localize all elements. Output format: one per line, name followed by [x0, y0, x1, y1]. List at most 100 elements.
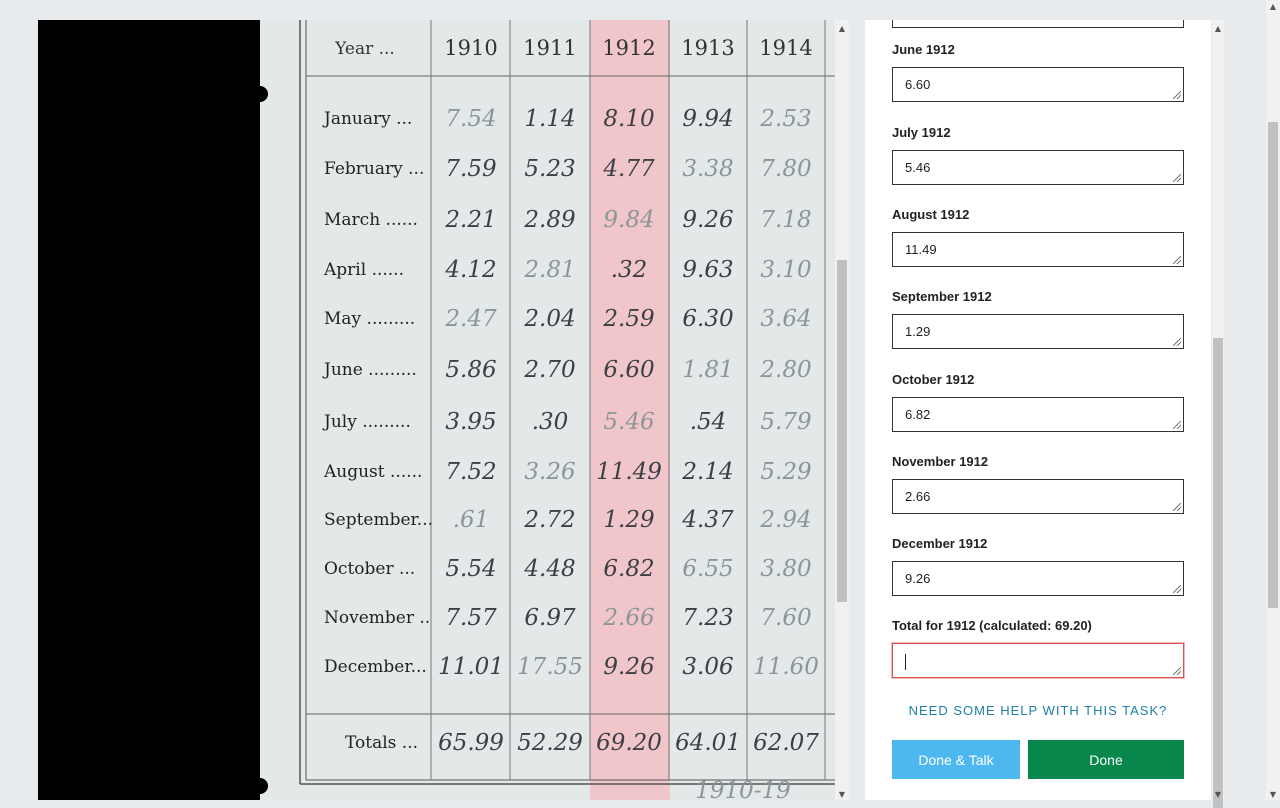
scan-text: 3.38: [682, 156, 733, 182]
scan-text: 7.60: [760, 605, 811, 631]
scan-text: 7.57: [445, 605, 497, 631]
help-link[interactable]: NEED SOME HELP WITH THIS TASK?: [892, 703, 1184, 718]
resize-grip-icon[interactable]: [1173, 91, 1181, 99]
scan-text: 4.77: [602, 156, 655, 182]
scan-text: December...: [324, 657, 427, 677]
scan-text: .54: [690, 409, 727, 435]
scan-text: 6.30: [682, 306, 733, 332]
scan-text: 2.80: [759, 357, 811, 383]
field-value: 5.46: [905, 160, 931, 175]
scan-text: Totals ...: [345, 733, 418, 753]
scan-text: 7.54: [445, 106, 496, 132]
scan-text: 17.55: [517, 654, 583, 680]
field-input[interactable]: 9.26: [892, 561, 1184, 596]
scan-text: 9.94: [682, 106, 733, 132]
field-value: 11.49: [905, 242, 937, 257]
may-1912-input[interactable]: [892, 20, 1184, 28]
scroll-down-icon[interactable]: ▼: [835, 790, 849, 800]
field-value: 2.66: [905, 489, 931, 504]
scan-text: 2.70: [523, 357, 575, 383]
scan-text: May .........: [324, 309, 415, 329]
scroll-down-icon[interactable]: ▼: [1212, 790, 1224, 800]
total-field: Total for 1912 (calculated: 69.20): [892, 618, 1184, 678]
form-field: October 1912 6.82: [892, 372, 1184, 432]
ledger-scan-image: Year ... 1910 1911 1912 1913 1914 January ... 7…: [252, 20, 835, 800]
scan-text: 7.23: [682, 605, 733, 631]
scan-text: 1912: [602, 36, 655, 60]
scan-text: 3.10: [760, 257, 811, 283]
scan-text: 6.82: [603, 556, 654, 582]
field-label: July 1912: [892, 125, 951, 140]
scroll-up-icon[interactable]: ▲: [1266, 2, 1280, 12]
image-scrollbar-thumb[interactable]: [837, 260, 847, 602]
resize-grip-icon[interactable]: [1173, 421, 1181, 429]
field-label: October 1912: [892, 372, 975, 387]
scan-text: 5.46: [603, 409, 654, 435]
field-input[interactable]: 5.46: [892, 150, 1184, 185]
page-scrollbar[interactable]: ▲ ▼: [1266, 0, 1280, 800]
scan-text: 1913: [681, 36, 734, 60]
field-value: 1.29: [905, 324, 931, 339]
resize-grip-icon[interactable]: [1173, 667, 1181, 675]
scan-text: 9.63: [682, 257, 733, 283]
field-value: 9.26: [905, 571, 931, 586]
scan-text: 2.66: [602, 605, 654, 631]
scan-text: 7.18: [760, 207, 811, 233]
scan-text: 2.47: [444, 306, 497, 332]
scroll-up-icon[interactable]: ▲: [1212, 24, 1224, 34]
scan-text: 8.10: [603, 106, 654, 132]
form-field: June 1912 6.60: [892, 42, 1184, 102]
scroll-up-icon[interactable]: ▲: [835, 24, 849, 34]
scan-text: 7.80: [760, 156, 811, 182]
scan-text: 2.14: [681, 459, 733, 485]
scan-text: July .........: [322, 412, 411, 432]
scan-text: .30: [532, 409, 569, 435]
scan-text: 5.23: [524, 156, 575, 182]
field-label: September 1912: [892, 289, 992, 304]
page-scrollbar-thumb[interactable]: [1268, 122, 1278, 608]
scan-text: .32: [611, 257, 648, 283]
scan-text: 3.06: [682, 654, 733, 680]
text-caret: [905, 653, 906, 670]
scan-text: 69.20: [596, 730, 662, 756]
scan-text: November ..: [324, 608, 430, 628]
field-input[interactable]: 11.49: [892, 232, 1184, 267]
scan-text: 1.81: [682, 357, 733, 383]
field-label: June 1912: [892, 42, 955, 57]
field-input[interactable]: 6.82: [892, 397, 1184, 432]
resize-grip-icon[interactable]: [1173, 585, 1181, 593]
total-1912-input[interactable]: [892, 643, 1184, 678]
resize-grip-icon[interactable]: [1173, 338, 1181, 346]
field-input[interactable]: 6.60: [892, 67, 1184, 102]
scan-text: 9.84: [603, 207, 654, 233]
scan-text: 1.29: [603, 507, 654, 533]
scan-text: 9.26: [603, 654, 654, 680]
scan-text: 65.99: [438, 730, 504, 756]
scan-text: 4.12: [444, 257, 496, 283]
scan-text: 2.89: [523, 207, 575, 233]
scan-text: April ......: [323, 260, 404, 280]
scan-text: October ...: [324, 559, 415, 579]
form-scrollbar-thumb[interactable]: [1213, 338, 1223, 808]
resize-grip-icon[interactable]: [1173, 503, 1181, 511]
field-input[interactable]: 2.66: [892, 479, 1184, 514]
form-scrollbar[interactable]: ▲ ▼: [1212, 20, 1224, 808]
scan-text: 2.59: [602, 306, 654, 332]
resize-grip-icon[interactable]: [1173, 256, 1181, 264]
total-field-label: Total for 1912 (calculated: 69.20): [892, 618, 1092, 633]
field-input[interactable]: 1.29: [892, 314, 1184, 349]
scan-text: June .........: [322, 360, 417, 380]
scan-text: 5.79: [760, 409, 811, 435]
scan-text: March ......: [324, 210, 418, 230]
resize-grip-icon[interactable]: [1173, 174, 1181, 182]
done-button[interactable]: Done: [1028, 740, 1184, 779]
image-scrollbar[interactable]: ▲ ▼: [835, 20, 849, 800]
done-and-talk-button[interactable]: Done & Talk: [892, 740, 1020, 779]
scan-text: 1914: [759, 36, 812, 60]
subject-image-viewer[interactable]: Year ... 1910 1911 1912 1913 1914 January ... 7…: [38, 20, 835, 800]
field-label: August 1912: [892, 207, 970, 222]
scroll-down-icon[interactable]: ▼: [1266, 790, 1280, 800]
scan-text: 6.97: [524, 605, 576, 631]
scan-text: 4.48: [523, 556, 575, 582]
scan-text: September...: [324, 510, 433, 530]
